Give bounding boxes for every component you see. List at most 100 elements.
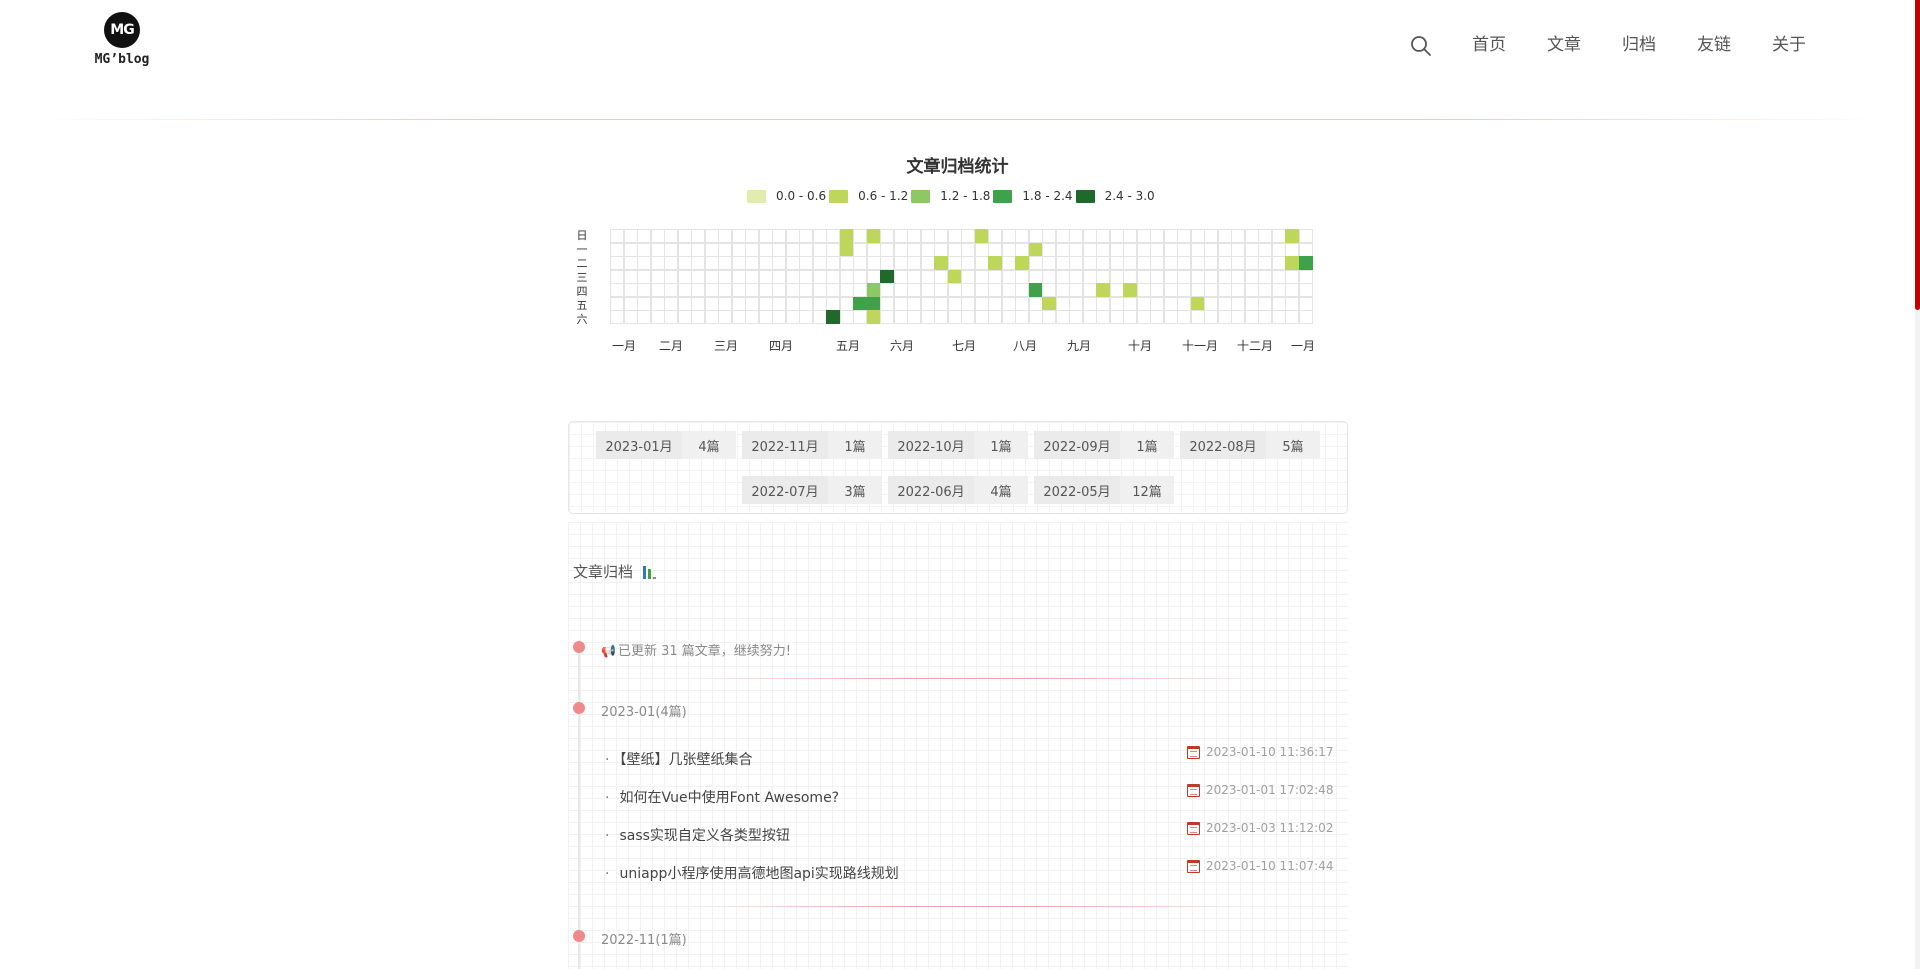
heatmap-cell[interactable] bbox=[1204, 256, 1218, 270]
heatmap-cell[interactable] bbox=[1285, 242, 1299, 257]
heatmap-cell[interactable] bbox=[677, 310, 692, 324]
heatmap-cell[interactable] bbox=[826, 269, 840, 284]
heatmap-cell[interactable] bbox=[920, 310, 935, 324]
heatmap-cell[interactable] bbox=[1015, 256, 1029, 270]
heatmap-cell[interactable] bbox=[758, 229, 773, 243]
month-group-label[interactable]: 2023-01(4篇) bbox=[601, 701, 687, 720]
heatmap-cell[interactable] bbox=[974, 229, 989, 243]
heatmap-cell[interactable] bbox=[1163, 269, 1178, 284]
heatmap-cell[interactable] bbox=[718, 296, 732, 311]
heatmap-cell[interactable] bbox=[866, 296, 881, 311]
heatmap-cell[interactable] bbox=[799, 296, 813, 311]
heatmap-cell[interactable] bbox=[1258, 310, 1272, 324]
heatmap-cell[interactable] bbox=[1015, 269, 1029, 284]
heatmap-cell[interactable] bbox=[1231, 310, 1245, 324]
heatmap-cell[interactable] bbox=[1204, 242, 1218, 257]
heatmap-cell[interactable] bbox=[772, 296, 786, 311]
heatmap-cell[interactable] bbox=[731, 229, 746, 243]
legend-item[interactable]: 2.4 - 3.0 bbox=[1075, 189, 1158, 203]
heatmap-cell[interactable] bbox=[650, 283, 665, 297]
heatmap-cell[interactable] bbox=[623, 269, 638, 284]
heatmap-cell[interactable] bbox=[920, 256, 935, 270]
heatmap-cell[interactable] bbox=[1217, 269, 1232, 284]
heatmap-cell[interactable] bbox=[1015, 310, 1029, 324]
heatmap-cell[interactable] bbox=[1244, 296, 1259, 311]
heatmap-cell[interactable] bbox=[1028, 229, 1043, 243]
heatmap-cell[interactable] bbox=[799, 283, 813, 297]
heatmap-cell[interactable] bbox=[1298, 256, 1313, 270]
heatmap-cell[interactable] bbox=[1258, 296, 1272, 311]
heatmap-cell[interactable] bbox=[1177, 296, 1191, 311]
heatmap-cell[interactable] bbox=[1163, 229, 1178, 243]
heatmap-cell[interactable] bbox=[637, 269, 651, 284]
heatmap-cell[interactable] bbox=[1028, 256, 1043, 270]
heatmap-cell[interactable] bbox=[718, 269, 732, 284]
heatmap-cell[interactable] bbox=[880, 310, 894, 324]
heatmap-cell[interactable] bbox=[880, 229, 894, 243]
heatmap-cell[interactable] bbox=[731, 310, 746, 324]
heatmap-cell[interactable] bbox=[637, 256, 651, 270]
heatmap-cell[interactable] bbox=[812, 310, 827, 324]
heatmap-cell[interactable] bbox=[1123, 310, 1137, 324]
heatmap-cell[interactable] bbox=[1231, 296, 1245, 311]
heatmap-cell[interactable] bbox=[1244, 256, 1259, 270]
heatmap-cell[interactable] bbox=[880, 256, 894, 270]
search-icon[interactable] bbox=[1410, 35, 1432, 57]
heatmap-cell[interactable] bbox=[704, 256, 719, 270]
heatmap-cell[interactable] bbox=[1082, 296, 1097, 311]
heatmap-cell[interactable] bbox=[812, 296, 827, 311]
heatmap-cell[interactable] bbox=[839, 229, 854, 243]
heatmap-cell[interactable] bbox=[650, 269, 665, 284]
heatmap-cell[interactable] bbox=[1015, 283, 1029, 297]
heatmap-cell[interactable] bbox=[1298, 229, 1313, 243]
heatmap-cell[interactable] bbox=[691, 256, 705, 270]
heatmap-cell[interactable] bbox=[704, 229, 719, 243]
heatmap-cell[interactable] bbox=[1109, 229, 1124, 243]
heatmap-cell[interactable] bbox=[1244, 269, 1259, 284]
heatmap-cell[interactable] bbox=[799, 310, 813, 324]
nav-item-links[interactable]: 友链 bbox=[1697, 30, 1731, 55]
heatmap-cell[interactable] bbox=[1177, 310, 1191, 324]
heatmap-cell[interactable] bbox=[853, 256, 867, 270]
heatmap-cell[interactable] bbox=[893, 229, 908, 243]
heatmap-cell[interactable] bbox=[961, 310, 975, 324]
heatmap-cell[interactable] bbox=[1028, 310, 1043, 324]
heatmap-cell[interactable] bbox=[610, 296, 624, 311]
heatmap-cell[interactable] bbox=[1069, 310, 1083, 324]
heatmap-cell[interactable] bbox=[934, 256, 948, 270]
heatmap-cell[interactable] bbox=[691, 296, 705, 311]
heatmap-cell[interactable] bbox=[785, 310, 800, 324]
heatmap-cell[interactable] bbox=[758, 283, 773, 297]
heatmap-cell[interactable] bbox=[1163, 256, 1178, 270]
heatmap-cell[interactable] bbox=[704, 296, 719, 311]
heatmap-cell[interactable] bbox=[745, 310, 759, 324]
heatmap-cell[interactable] bbox=[839, 256, 854, 270]
heatmap-cell[interactable] bbox=[1055, 256, 1070, 270]
heatmap-cell[interactable] bbox=[974, 283, 989, 297]
heatmap-cell[interactable] bbox=[731, 296, 746, 311]
heatmap-cell[interactable] bbox=[934, 283, 948, 297]
month-tag[interactable]: 2022-09月 1篇 bbox=[1034, 431, 1174, 459]
heatmap-cell[interactable] bbox=[758, 256, 773, 270]
heatmap-cell[interactable] bbox=[758, 242, 773, 257]
heatmap-cell[interactable] bbox=[934, 269, 948, 284]
heatmap-cell[interactable] bbox=[704, 310, 719, 324]
heatmap-cell[interactable] bbox=[988, 269, 1002, 284]
heatmap-cell[interactable] bbox=[866, 310, 881, 324]
heatmap-cell[interactable] bbox=[1258, 269, 1272, 284]
post-item[interactable]: · 如何在Vue中使用Font Awesome? bbox=[605, 787, 839, 807]
heatmap-cell[interactable] bbox=[1123, 269, 1137, 284]
heatmap-cell[interactable] bbox=[1136, 269, 1151, 284]
heatmap-cell[interactable] bbox=[893, 296, 908, 311]
heatmap-cell[interactable] bbox=[1150, 242, 1164, 257]
heatmap-cell[interactable] bbox=[664, 256, 678, 270]
heatmap-cell[interactable] bbox=[1271, 296, 1286, 311]
heatmap-cell[interactable] bbox=[1001, 256, 1016, 270]
heatmap-cell[interactable] bbox=[745, 229, 759, 243]
heatmap-cell[interactable] bbox=[745, 242, 759, 257]
heatmap-cell[interactable] bbox=[704, 269, 719, 284]
nav-item-about[interactable]: 关于 bbox=[1772, 30, 1806, 55]
heatmap-cell[interactable] bbox=[947, 229, 962, 243]
heatmap-cell[interactable] bbox=[1285, 269, 1299, 284]
heatmap-cell[interactable] bbox=[1150, 283, 1164, 297]
